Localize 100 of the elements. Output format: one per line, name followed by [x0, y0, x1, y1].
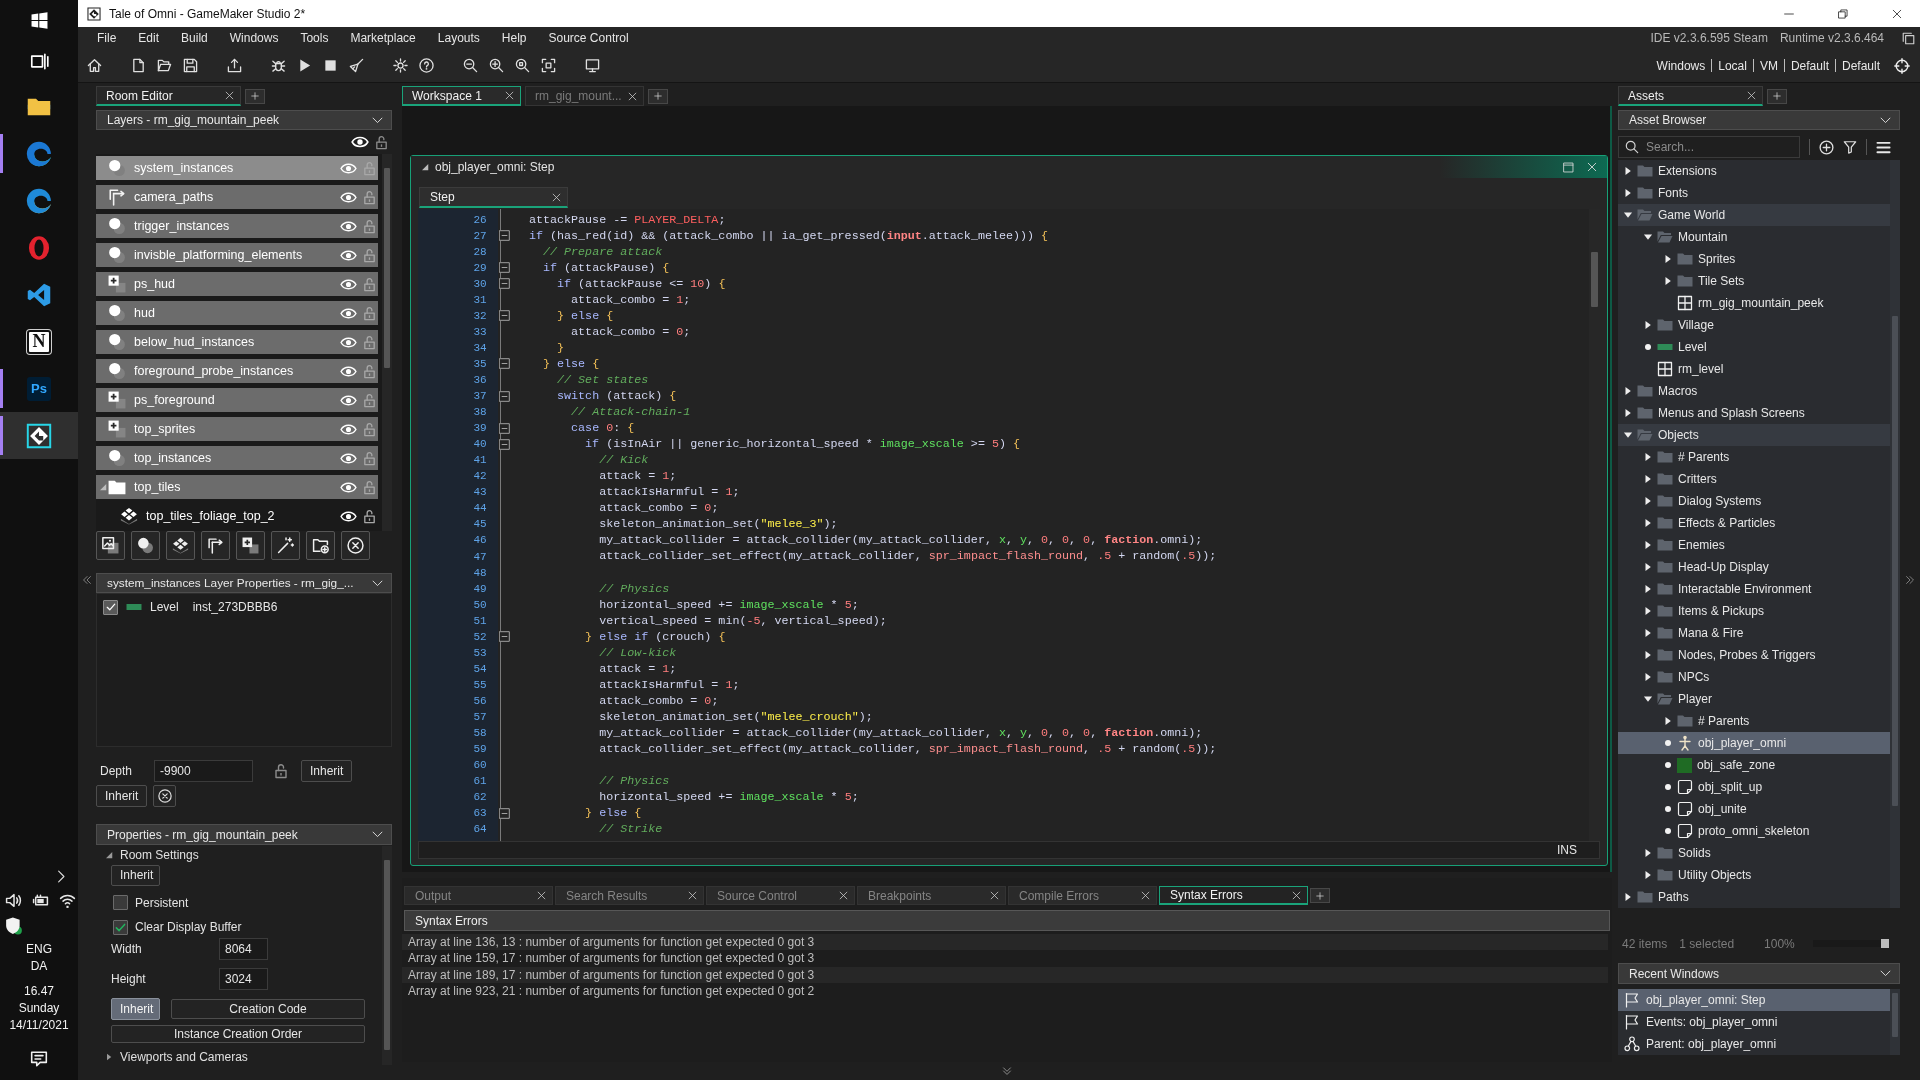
collapse-panel-icon[interactable] [82, 575, 92, 585]
expand-arrow-icon[interactable] [1643, 540, 1653, 550]
expand-arrow-icon[interactable] [1643, 320, 1653, 330]
tree-item[interactable]: obj_safe_zone [1618, 754, 1890, 776]
number-field[interactable]: 3024 [219, 967, 268, 990]
tree-item[interactable]: Head-Up Display [1618, 556, 1890, 578]
collapse-icon[interactable] [498, 230, 510, 242]
expand-arrow-icon[interactable] [1643, 584, 1653, 594]
collapse-icon[interactable] [498, 631, 510, 643]
tree-item[interactable]: Player [1618, 688, 1890, 710]
tree-item[interactable]: # Parents [1618, 446, 1890, 468]
layer-tool-button[interactable] [201, 531, 230, 560]
menu-item[interactable]: Marketplace [339, 27, 427, 49]
new-tab-button[interactable] [1310, 888, 1330, 903]
expand-arrow-icon[interactable] [105, 1053, 113, 1062]
collapse-icon[interactable] [498, 390, 510, 402]
inherit-button[interactable]: Inherit [301, 759, 353, 782]
new-tab-button[interactable] [245, 88, 265, 104]
lock-icon[interactable] [362, 508, 377, 524]
expand-arrow-icon[interactable] [1663, 276, 1673, 286]
clear-button[interactable] [153, 785, 177, 807]
tree-item[interactable]: Dialog Systems [1618, 490, 1890, 512]
expand-arrow-icon[interactable] [1643, 694, 1653, 704]
collapse-arrow-icon[interactable] [421, 163, 429, 171]
expand-arrow-icon[interactable] [1643, 232, 1653, 242]
tree-item[interactable]: Fonts [1618, 182, 1890, 204]
menu-item[interactable]: Edit [127, 27, 171, 49]
tree-item[interactable]: Menus and Splash Screens [1618, 402, 1890, 424]
menu-item[interactable]: Windows [218, 27, 290, 49]
tree-item[interactable]: Solids [1618, 842, 1890, 864]
close-icon[interactable] [1747, 91, 1756, 100]
expand-panel-icon[interactable] [1905, 575, 1915, 585]
tree-item[interactable]: Game World [1618, 204, 1890, 226]
tree-item[interactable]: Mana & Fire [1618, 622, 1890, 644]
tree-item[interactable]: Village [1618, 314, 1890, 336]
tree-item[interactable]: Tile Sets [1618, 270, 1890, 292]
tab[interactable]: Output [404, 886, 553, 905]
collapse-icon[interactable] [498, 438, 510, 450]
close-icon[interactable] [505, 91, 514, 100]
taskbar-button[interactable] [0, 412, 78, 459]
number-field[interactable]: 8064 [219, 937, 268, 960]
tree-item[interactable]: rm_gig_mountain_peek [1618, 292, 1890, 314]
menu-icon[interactable] [1876, 139, 1891, 155]
expand-arrow-icon[interactable] [1643, 870, 1653, 880]
expand-arrow-icon[interactable] [105, 850, 113, 859]
tree-item[interactable]: Effects & Particles [1618, 512, 1890, 534]
expand-arrow-icon[interactable] [1623, 408, 1633, 418]
properties-dropdown[interactable]: Properties - rm_gig_mountain_peek [96, 824, 392, 845]
tree-item[interactable]: Items & Pickups [1618, 600, 1890, 622]
layer-tool-button[interactable] [236, 531, 265, 560]
tree-item[interactable]: NPCs [1618, 666, 1890, 688]
error-message[interactable]: Array at line 136, 13 : number of arguments for function get expected 0 got 3 [402, 934, 1608, 951]
layer-tool-button[interactable] [96, 531, 125, 560]
error-message[interactable]: Array at line 189, 17 : number of arguments for function get expected 0 got 3 [402, 966, 1608, 983]
tree-item[interactable]: Level [1618, 336, 1890, 358]
collapse-icon[interactable] [498, 807, 510, 819]
search-field[interactable]: Search... [1618, 136, 1800, 158]
expand-arrow-icon[interactable] [1663, 254, 1673, 264]
tab[interactable]: Step [419, 187, 568, 208]
chevron-icon[interactable] [55, 869, 68, 883]
new-tab-button[interactable] [1767, 88, 1787, 104]
checkbox[interactable] [113, 895, 128, 911]
tab[interactable]: Source Control [706, 886, 855, 905]
layer-properties-dropdown[interactable]: system_instances Layer Properties - rm_gig_... [96, 573, 392, 593]
expand-arrow-icon[interactable] [1643, 518, 1653, 528]
tab[interactable]: Workspace 1 [402, 86, 521, 106]
checkbox[interactable] [103, 599, 118, 615]
speaker-icon[interactable] [5, 891, 22, 909]
tab[interactable]: rm_gig_mount... [525, 86, 644, 106]
add-icon[interactable] [1819, 139, 1834, 155]
tree-item[interactable]: Sprites [1618, 248, 1890, 270]
tree-item[interactable]: Macros [1618, 380, 1890, 402]
close-icon[interactable] [225, 91, 234, 100]
inherit-button[interactable]: Inherit [96, 785, 148, 807]
language-button[interactable]: ENG DA [0, 941, 78, 975]
tree-item[interactable]: Interactable Environment [1618, 578, 1890, 600]
shield-icon[interactable] [5, 917, 23, 935]
close-icon[interactable] [1141, 891, 1150, 900]
collapse-icon[interactable] [498, 310, 510, 322]
checkbox[interactable] [113, 919, 128, 935]
target-option[interactable]: VM [1753, 58, 1784, 73]
collapse-icon[interactable] [498, 358, 510, 370]
error-message[interactable]: Array at line 923, 21 : number of arguments for function get expected 0 got 2 [402, 982, 1608, 1000]
collapse-icon[interactable] [498, 278, 510, 290]
menu-item[interactable]: Tools [289, 27, 340, 49]
target-option[interactable]: Local [1712, 58, 1753, 73]
layer-tool-button[interactable] [341, 531, 370, 560]
close-icon[interactable] [537, 891, 546, 900]
tree-item[interactable]: # Parents [1618, 710, 1890, 732]
close-icon[interactable] [628, 91, 637, 101]
expand-arrow-icon[interactable] [1643, 672, 1653, 682]
lock-icon[interactable] [374, 134, 389, 150]
expand-arrow-icon[interactable] [1643, 606, 1653, 616]
tree-item[interactable]: Paths [1618, 886, 1890, 908]
layer-tool-button[interactable] [271, 531, 300, 560]
tree-item[interactable]: Objects [1618, 424, 1890, 446]
tree-item[interactable]: obj_player_omni [1618, 732, 1890, 754]
tree-item[interactable]: Extensions [1618, 160, 1890, 182]
tab[interactable]: Search Results [555, 886, 704, 905]
scrollbar-thumb[interactable] [1892, 993, 1898, 1037]
